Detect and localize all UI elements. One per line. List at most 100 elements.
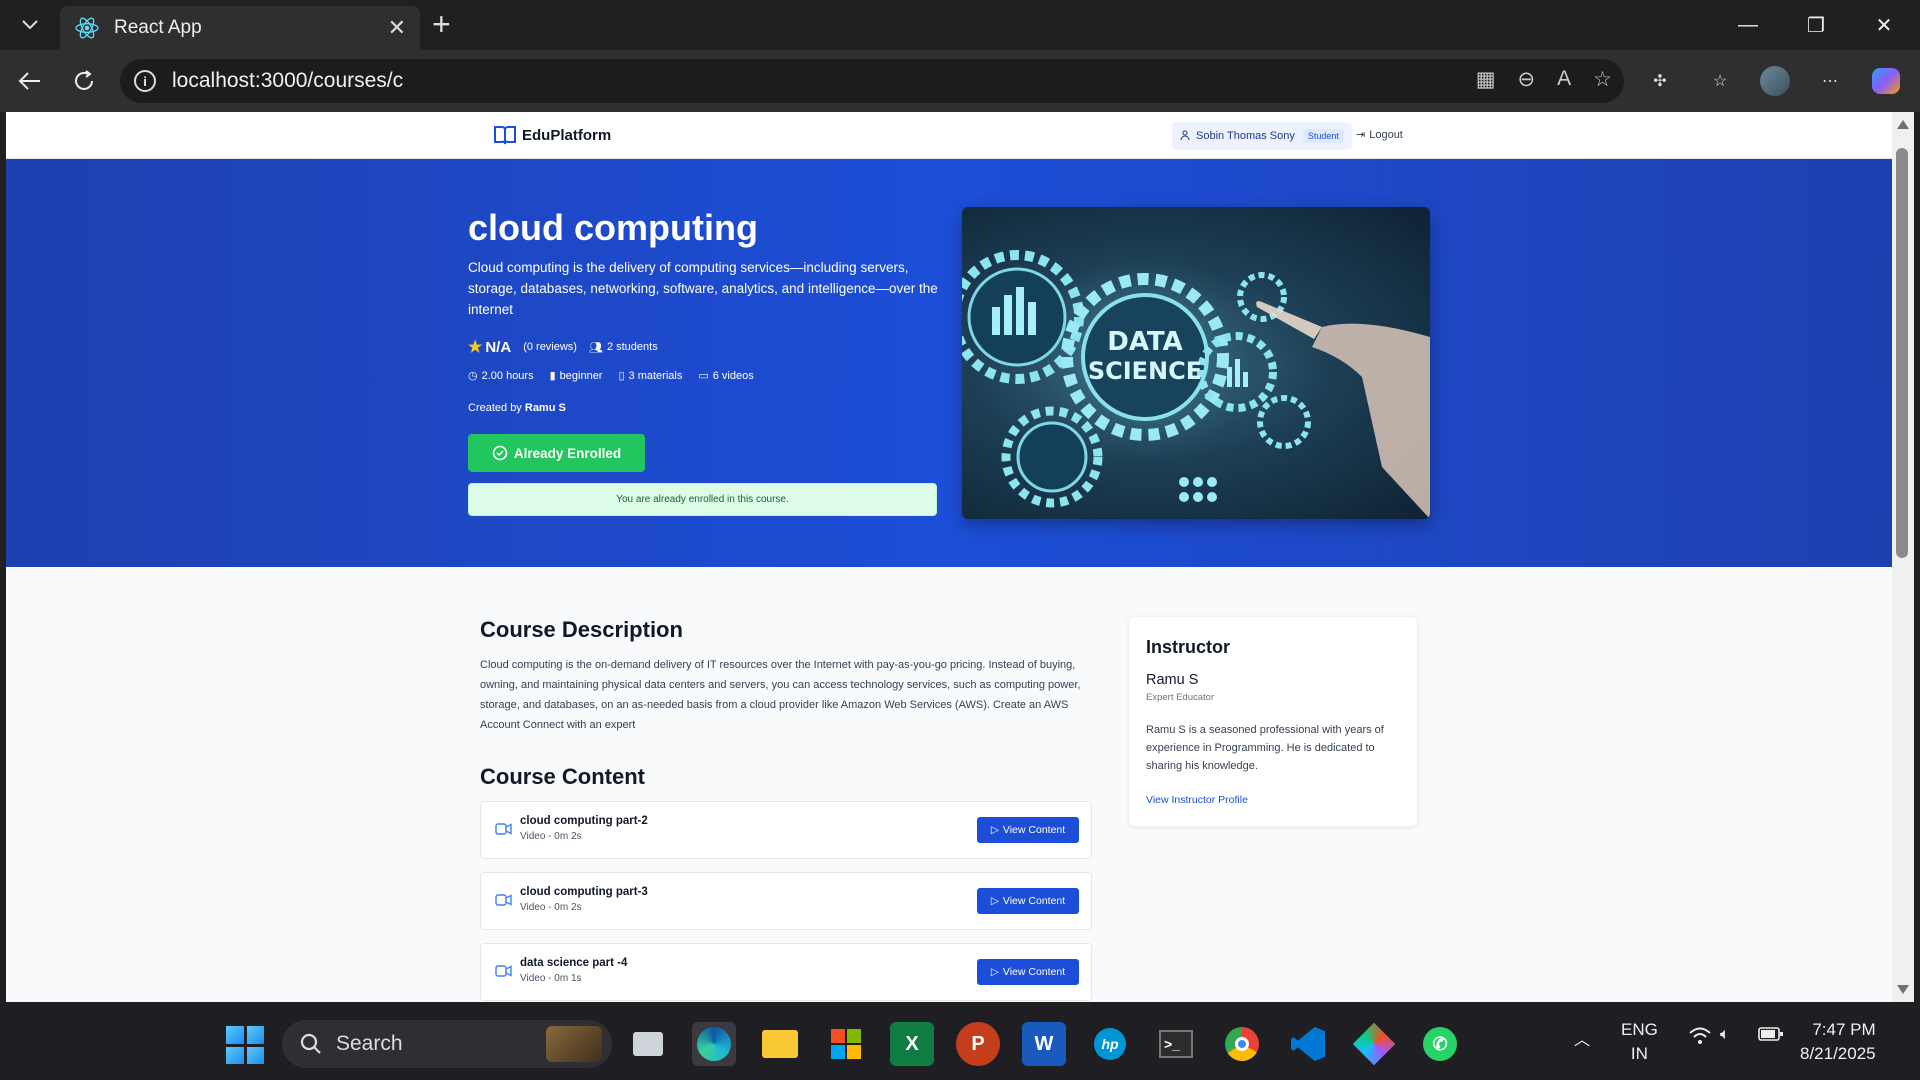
clock-icon: ◷ bbox=[468, 370, 478, 382]
site-info-icon[interactable]: i bbox=[134, 70, 156, 92]
refresh-button[interactable] bbox=[66, 63, 102, 99]
level: ▮ beginner bbox=[549, 369, 603, 383]
logout-label: Logout bbox=[1369, 128, 1403, 141]
battery-icon[interactable] bbox=[1758, 1026, 1784, 1047]
minimize-button[interactable]: — bbox=[1720, 0, 1776, 50]
enroll-button-label: Already Enrolled bbox=[513, 445, 622, 461]
task-view-icon[interactable] bbox=[626, 1022, 670, 1066]
page-viewport: EduPlatform Sobin Thomas Sony Student ⇥ … bbox=[6, 112, 1892, 1002]
content-item: cloud computing part-3 Video - 0m 2s ▷ Vi… bbox=[480, 872, 1092, 930]
materials: ▯ 3 materials bbox=[618, 369, 682, 383]
level-text: beginner bbox=[559, 369, 603, 382]
lang-region: IN bbox=[1630, 1044, 1648, 1063]
scroll-down-arrow-icon[interactable] bbox=[1897, 985, 1909, 994]
wifi-icon[interactable] bbox=[1688, 1026, 1712, 1051]
review-count: (0 reviews) bbox=[523, 341, 577, 353]
word-icon[interactable]: W bbox=[1022, 1022, 1066, 1066]
arrow-left-icon bbox=[18, 72, 40, 90]
app-icon[interactable] bbox=[1352, 1022, 1396, 1066]
back-button[interactable] bbox=[12, 63, 48, 99]
browser-toolbar: i localhost:3000/courses/c ▦ ⊖ A ☆ ✣ ☆ ⋯ bbox=[0, 50, 1920, 112]
terminal-icon[interactable]: >_ bbox=[1154, 1022, 1198, 1066]
taskbar-search[interactable]: Search bbox=[282, 1020, 612, 1068]
chrome-icon[interactable] bbox=[1220, 1022, 1264, 1066]
role-badge: Student bbox=[1302, 129, 1344, 143]
search-icon bbox=[300, 1033, 321, 1054]
site-logo[interactable]: EduPlatform bbox=[494, 125, 611, 145]
windows-logo-tile bbox=[246, 1046, 264, 1064]
user-icon bbox=[1180, 130, 1190, 143]
scroll-up-arrow-icon[interactable] bbox=[1897, 120, 1909, 129]
powerpoint-icon[interactable]: P bbox=[956, 1022, 1000, 1066]
view-content-button[interactable]: ▷ View Content bbox=[977, 888, 1079, 914]
view-content-label: View Content bbox=[1002, 966, 1066, 978]
close-window-button[interactable]: ✕ bbox=[1856, 0, 1912, 50]
tab-actions-menu-button[interactable] bbox=[10, 9, 50, 41]
volume-icon[interactable]: 🔈︎ bbox=[1720, 1026, 1730, 1044]
new-tab-button[interactable]: + bbox=[432, 8, 451, 40]
users-icon: 👥︎ bbox=[588, 341, 603, 354]
course-image: DATA SCIENCE bbox=[962, 207, 1430, 519]
play-icon: ▷ bbox=[990, 966, 999, 978]
refresh-icon bbox=[75, 70, 93, 90]
show-hidden-icons-chevron-icon[interactable]: ︿ bbox=[1574, 1026, 1590, 1050]
logout-button[interactable]: ⇥ Logout bbox=[1356, 128, 1403, 142]
copilot-icon[interactable] bbox=[1868, 63, 1904, 99]
course-short-description: Cloud computing is the delivery of compu… bbox=[468, 260, 938, 317]
file-explorer-icon[interactable] bbox=[758, 1022, 802, 1066]
url-text: localhost:3000/courses/c bbox=[172, 69, 404, 92]
read-aloud-icon[interactable]: A bbox=[1557, 67, 1571, 92]
content-item: data science part -4 Video - 0m 1s ▷ View… bbox=[480, 943, 1092, 1001]
view-content-button[interactable]: ▷ View Content bbox=[977, 959, 1079, 985]
bar-chart-icon: ▮ bbox=[549, 370, 556, 382]
course-description-heading: Course Description bbox=[480, 617, 683, 642]
excel-icon[interactable]: X bbox=[890, 1022, 934, 1066]
scrollbar-thumb[interactable] bbox=[1896, 148, 1908, 558]
language-indicator[interactable]: ENG IN bbox=[1621, 1018, 1658, 1066]
microsoft-store-icon[interactable] bbox=[824, 1022, 868, 1066]
videos-text: 6 videos bbox=[712, 369, 754, 382]
instructor-heading: Instructor bbox=[1146, 637, 1231, 657]
address-bar[interactable]: i localhost:3000/courses/c ▦ ⊖ A ☆ bbox=[120, 59, 1624, 103]
content-item-meta: Video - 0m 1s bbox=[520, 973, 582, 984]
hp-icon[interactable]: hp bbox=[1088, 1022, 1132, 1066]
duration: ◷ 2.00 hours bbox=[468, 369, 534, 383]
enrolled-notice: You are already enrolled in this course. bbox=[468, 483, 937, 516]
vscode-icon[interactable] bbox=[1286, 1022, 1330, 1066]
view-content-button[interactable]: ▷ View Content bbox=[977, 817, 1079, 843]
image-text-data: DATA bbox=[1107, 327, 1183, 357]
instructor-bio: Ramu S is a seasoned professional with y… bbox=[1146, 724, 1384, 772]
extensions-icon[interactable]: ✣ bbox=[1642, 63, 1678, 99]
user-menu[interactable]: Sobin Thomas Sony Student bbox=[1172, 122, 1352, 150]
site-header: EduPlatform Sobin Thomas Sony Student ⇥ … bbox=[6, 112, 1892, 159]
profile-avatar[interactable] bbox=[1757, 63, 1793, 99]
whatsapp-icon[interactable]: ✆ bbox=[1418, 1022, 1462, 1066]
app-available-icon[interactable]: ▦ bbox=[1476, 67, 1496, 92]
already-enrolled-button[interactable]: Already Enrolled bbox=[468, 434, 645, 472]
browser-tab-active[interactable]: React App ✕ bbox=[60, 6, 420, 50]
edge-browser-icon[interactable] bbox=[692, 1022, 736, 1066]
instructor-role: Expert Educator bbox=[1146, 692, 1215, 703]
windows-logo-tile bbox=[226, 1026, 244, 1044]
video-icon bbox=[495, 965, 512, 977]
view-instructor-profile-link[interactable]: View Instructor Profile bbox=[1146, 794, 1248, 806]
video-icon: ▭ bbox=[698, 370, 709, 382]
search-label: Search bbox=[336, 1032, 403, 1055]
more-options-icon[interactable]: ⋯ bbox=[1812, 63, 1848, 99]
tab-close-icon[interactable]: ✕ bbox=[388, 15, 406, 41]
created-by: Created by Ramu S bbox=[468, 402, 566, 414]
tab-title: React App bbox=[114, 17, 202, 38]
student-count: 👥︎ 2 students bbox=[589, 341, 658, 354]
favorite-star-icon[interactable]: ☆ bbox=[1593, 67, 1612, 92]
page-scrollbar[interactable] bbox=[1892, 112, 1914, 1002]
react-icon bbox=[75, 17, 99, 39]
system-clock[interactable]: 7:47 PM 8/21/2025 bbox=[1800, 1018, 1876, 1066]
view-content-label: View Content bbox=[1002, 895, 1066, 907]
restore-button[interactable]: ❐ bbox=[1788, 0, 1844, 50]
windows-logo-tile bbox=[246, 1026, 264, 1044]
favorites-icon[interactable]: ☆ bbox=[1702, 63, 1738, 99]
start-button[interactable] bbox=[226, 1026, 264, 1064]
instructor-card: Instructor Ramu S Expert Educator Ramu S… bbox=[1129, 617, 1417, 826]
course-rating: ★ N/A bbox=[468, 337, 511, 357]
zoom-icon[interactable]: ⊖ bbox=[1518, 67, 1536, 92]
